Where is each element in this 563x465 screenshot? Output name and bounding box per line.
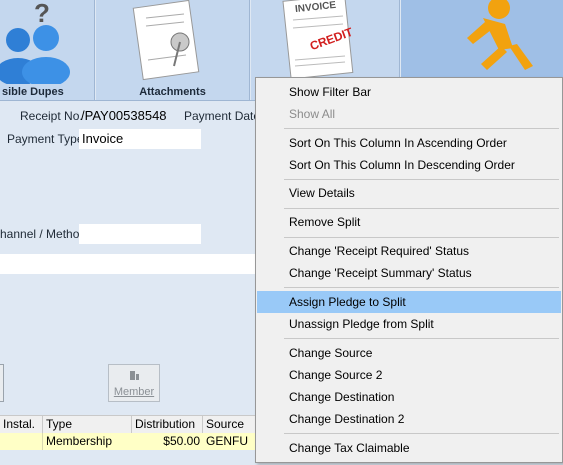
receipt-no-label: Receipt No.: [20, 109, 83, 123]
menu-separator: [284, 287, 559, 288]
grid-header-distribution[interactable]: Distribution: [132, 416, 203, 433]
menu-item-change-source[interactable]: Change Source: [257, 342, 561, 364]
context-menu: Show Filter Bar Show All Sort On This Co…: [255, 77, 563, 463]
menu-item-view-details[interactable]: View Details: [257, 182, 561, 204]
svg-text:?: ?: [34, 0, 50, 28]
people-icon: ?: [0, 0, 70, 84]
menu-item-change-destination[interactable]: Change Destination: [257, 386, 561, 408]
cell-instal: [0, 433, 43, 450]
member-button-label: Member: [113, 386, 155, 398]
menu-separator: [284, 179, 559, 180]
channel-method-field[interactable]: [79, 224, 201, 244]
attachments-label: Attachments: [139, 86, 206, 98]
attachments-tile[interactable]: Attachments: [96, 0, 250, 100]
cell-type: Membership: [46, 434, 113, 448]
left-edge-button[interactable]: [0, 364, 4, 402]
menu-separator: [284, 128, 559, 129]
grid-header-source[interactable]: Source: [203, 416, 256, 433]
attachment-document-icon: [132, 0, 200, 81]
menu-item-receipt-required[interactable]: Change 'Receipt Required' Status: [257, 240, 561, 262]
menu-item-sort-descending[interactable]: Sort On This Column In Descending Order: [257, 154, 561, 176]
possible-dupes-tile[interactable]: ? sible Dupes: [0, 0, 95, 100]
grid-header: Instal. Type Distribution Source: [0, 415, 256, 434]
menu-item-unassign-pledge[interactable]: Unassign Pledge from Split: [257, 313, 561, 335]
receipt-no-value: /PAY00538548: [81, 108, 167, 123]
grid-header-type[interactable]: Type: [43, 416, 132, 433]
channel-method-label: hannel / Method: [0, 227, 87, 241]
menu-item-change-source-2[interactable]: Change Source 2: [257, 364, 561, 386]
menu-item-assign-pledge[interactable]: Assign Pledge to Split: [257, 291, 561, 313]
menu-separator: [284, 433, 559, 434]
menu-item-sort-ascending[interactable]: Sort On This Column In Ascending Order: [257, 132, 561, 154]
menu-separator: [284, 338, 559, 339]
menu-separator: [284, 208, 559, 209]
member-button[interactable]: Member: [108, 364, 160, 402]
wide-text-field[interactable]: [0, 254, 256, 274]
menu-separator: [284, 237, 559, 238]
grid-header-instal[interactable]: Instal.: [0, 416, 43, 433]
menu-item-show-filter-bar[interactable]: Show Filter Bar: [257, 81, 561, 103]
menu-item-remove-split[interactable]: Remove Split: [257, 211, 561, 233]
running-man-icon: [467, 0, 533, 70]
menu-item-change-tax-claimable[interactable]: Change Tax Claimable: [257, 437, 561, 459]
member-icon: [130, 371, 139, 380]
cell-distribution: $50.00: [163, 434, 200, 448]
menu-item-change-destination-2[interactable]: Change Destination 2: [257, 408, 561, 430]
payment-date-label: Payment Date: [184, 109, 261, 123]
cell-source: GENFU: [206, 434, 248, 448]
payment-type-label: Payment Type: [7, 132, 84, 146]
table-row[interactable]: Membership $50.00 GENFU: [0, 433, 256, 450]
menu-item-receipt-summary[interactable]: Change 'Receipt Summary' Status: [257, 262, 561, 284]
payment-type-field[interactable]: Invoice: [79, 129, 201, 149]
menu-item-show-all[interactable]: Show All: [257, 103, 561, 125]
possible-dupes-label: sible Dupes: [2, 86, 64, 98]
